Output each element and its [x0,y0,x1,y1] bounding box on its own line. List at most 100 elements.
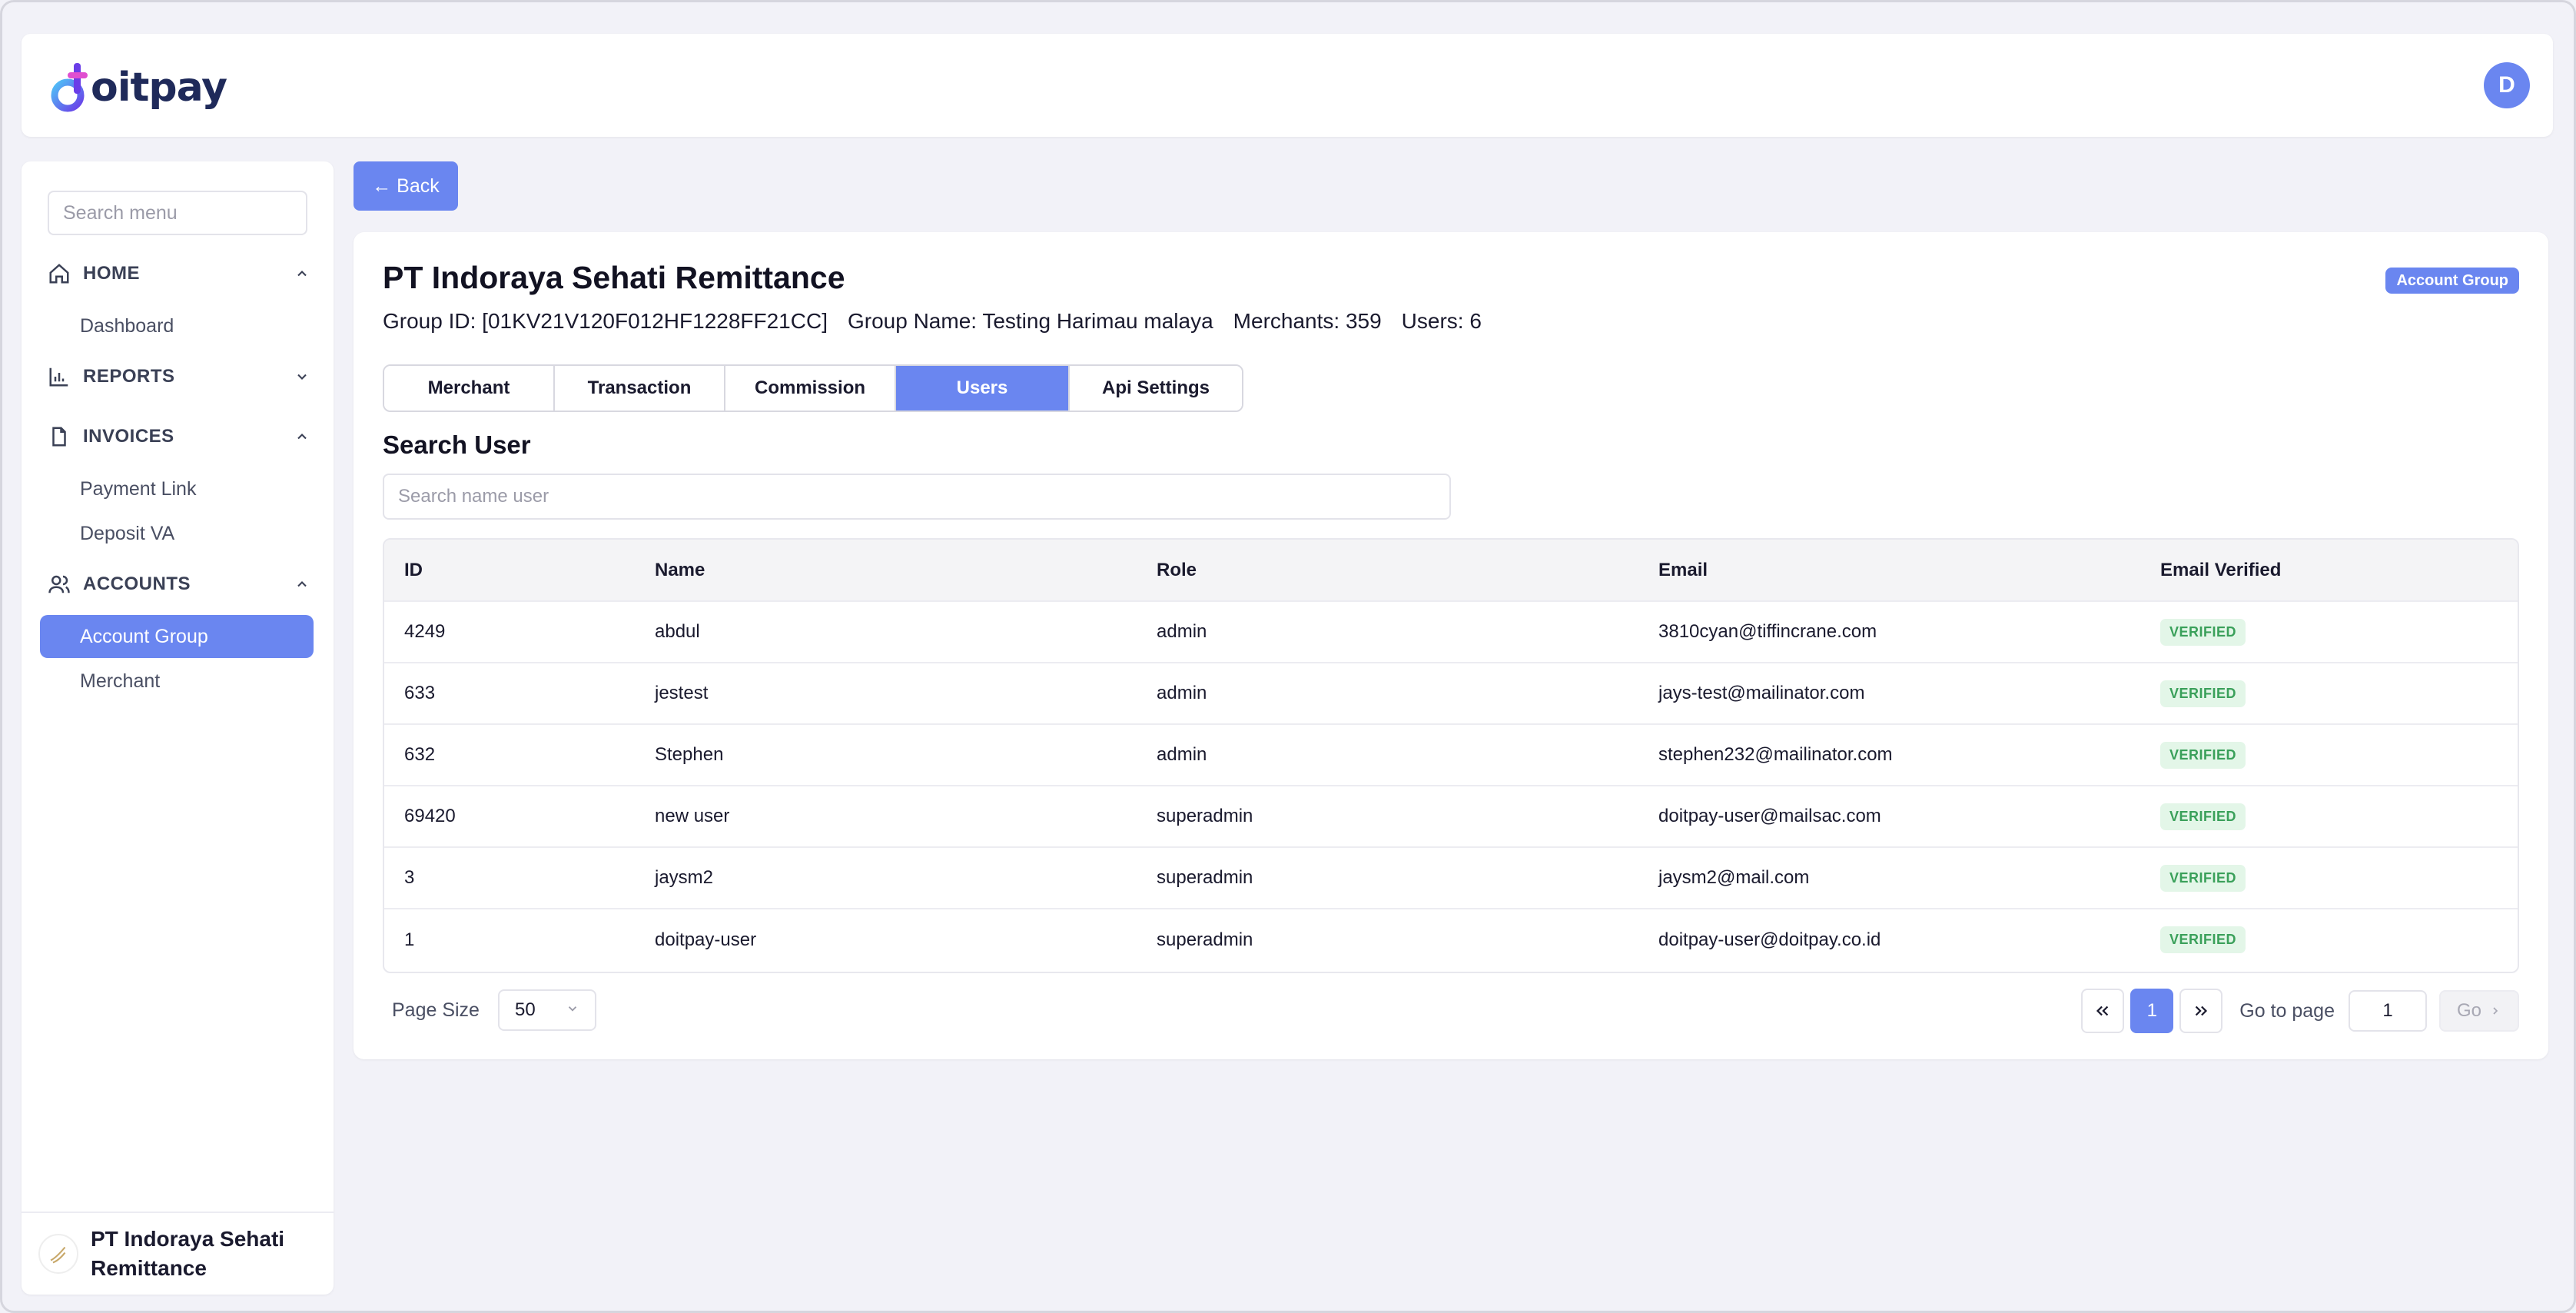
chevron-up-icon [292,574,312,594]
document-icon [46,424,72,450]
first-page-button[interactable] [2081,989,2125,1033]
tab-transaction[interactable]: Transaction [555,366,725,411]
cell-id: 69420 [404,806,456,826]
org-name: PT Indoraya Sehati Remittance [91,1227,285,1280]
chevron-up-icon [292,427,312,447]
verified-badge: VERIFIED [2160,680,2246,707]
cell-name: abdul [655,621,700,642]
sidebar-section-invoices[interactable]: INVOICES [46,415,312,458]
sidebar-item-account-group[interactable]: Account Group [40,615,314,658]
goto-page-input[interactable] [2349,990,2427,1032]
cell-role: superadmin [1157,929,1253,950]
tab-api-settings[interactable]: Api Settings [1070,366,1242,411]
table-row[interactable]: 4249 abdul admin 3810cyan@tiffincrane.co… [384,601,2518,663]
chevron-down-icon [566,999,579,1021]
goto-page-label: Go to page [2239,999,2335,1022]
top-header: oitpay D [22,34,2553,137]
account-group-badge: Account Group [2385,268,2519,294]
tab-bar: Merchant Transaction Commission Users Ap… [383,364,1243,412]
verified-badge: VERIFIED [2160,618,2246,646]
cell-id: 633 [404,683,436,703]
logo-mark-icon [51,63,88,112]
sidebar-item-deposit-va[interactable]: Deposit VA [40,512,314,555]
column-header-email[interactable]: Email [1638,540,2140,601]
pagination: 1 Go to page Go [2081,989,2519,1033]
merchant-count: Merchants: 359 [1233,309,1382,333]
column-header-role[interactable]: Role [1137,540,1638,601]
back-button[interactable]: ← Back [354,161,458,211]
tab-commission[interactable]: Commission [725,366,896,411]
logo-text: oitpay [91,65,227,111]
cell-email: jaysm2@mail.com [1658,867,1810,888]
cell-email: jays-test@mailinator.com [1658,683,1865,703]
cell-id: 1 [404,929,415,950]
org-logo-icon [38,1234,78,1274]
menu-search-input[interactable] [48,191,307,235]
cell-role: admin [1157,621,1207,642]
go-button[interactable]: Go [2439,990,2519,1032]
table-row[interactable]: 69420 new user superadmin doitpay-user@m… [384,786,2518,847]
sidebar-item-merchant[interactable]: Merchant [40,660,314,703]
tab-users[interactable]: Users [896,366,1070,411]
chevron-down-icon [292,367,312,387]
sidebar-section-label: HOME [83,263,140,284]
user-count: Users: 6 [1401,309,1482,333]
tab-merchant[interactable]: Merchant [384,366,555,411]
sidebar-section-label: INVOICES [83,426,174,447]
sidebar: HOME Dashboard REPORTS INVOICES Payment … [22,161,334,1295]
cell-name: Stephen [655,744,724,765]
cell-role: admin [1157,744,1207,765]
column-header-id[interactable]: ID [384,540,635,601]
chevrons-right-icon [2196,1006,2208,1016]
user-avatar-button[interactable]: D [2484,62,2530,108]
page-size-control: Page Size 50 [392,989,596,1032]
sidebar-footer: PT Indoraya Sehati Remittance [22,1212,334,1295]
chevron-up-icon [292,264,312,284]
page-title: PT Indoraya Sehati Remittance [383,260,845,295]
page-size-select[interactable]: 50 [497,989,596,1031]
cell-email: doitpay-user@mailsac.com [1658,806,1881,826]
sidebar-section-home[interactable]: HOME [46,252,312,295]
page-size-value: 50 [514,999,536,1020]
column-header-name[interactable]: Name [635,540,1137,601]
cell-email: 3810cyan@tiffincrane.com [1658,621,1877,642]
search-user-title: Search User [383,430,531,459]
table-row[interactable]: 1 doitpay-user superadmin doitpay-user@d… [384,909,2518,970]
column-header-email-verified[interactable]: Email Verified [2140,540,2518,601]
sidebar-item-payment-link[interactable]: Payment Link [40,467,314,510]
cell-name: doitpay-user [655,929,757,950]
users-table: ID Name Role Email Email Verified 4249 a… [383,538,2519,973]
group-name: Group Name: Testing Harimau malaya [847,309,1213,333]
verified-badge: VERIFIED [2160,864,2246,892]
cell-id: 632 [404,744,436,765]
sidebar-section-label: ACCOUNTS [83,573,191,594]
table-row[interactable]: 632 Stephen admin stephen232@mailinator.… [384,724,2518,786]
chevrons-left-icon [2096,1006,2109,1016]
sidebar-section-label: REPORTS [83,366,175,387]
sidebar-section-reports[interactable]: REPORTS [46,355,312,398]
search-user-input[interactable] [383,474,1451,520]
cell-name: jestest [655,683,709,703]
last-page-button[interactable] [2179,989,2223,1033]
page-button-current[interactable]: 1 [2130,989,2174,1033]
group-detail-card: PT Indoraya Sehati Remittance Account Gr… [354,232,2548,1059]
group-meta: Group ID: [01KV21V120F012HF1228FF21CC] G… [383,309,1482,334]
table-row[interactable]: 633 jestest admin jays-test@mailinator.c… [384,663,2518,724]
chevron-right-icon [2493,1007,2498,1015]
table-row[interactable]: 3 jaysm2 superadmin jaysm2@mail.com VERI… [384,847,2518,909]
group-id: Group ID: [01KV21V120F012HF1228FF21CC] [383,309,828,333]
users-icon [46,571,72,597]
verified-badge: VERIFIED [2160,803,2246,830]
doitpay-logo[interactable]: oitpay [49,55,234,120]
bar-chart-icon [46,364,72,390]
sidebar-section-accounts[interactable]: ACCOUNTS [46,563,312,606]
cell-id: 4249 [404,621,446,642]
verified-badge: VERIFIED [2160,741,2246,769]
verified-badge: VERIFIED [2160,926,2246,953]
go-button-label: Go [2456,1000,2481,1021]
cell-role: superadmin [1157,806,1253,826]
page-size-label: Page Size [392,999,480,1021]
cell-email: doitpay-user@doitpay.co.id [1658,929,1881,950]
cell-role: superadmin [1157,867,1253,888]
sidebar-item-dashboard[interactable]: Dashboard [40,304,314,347]
